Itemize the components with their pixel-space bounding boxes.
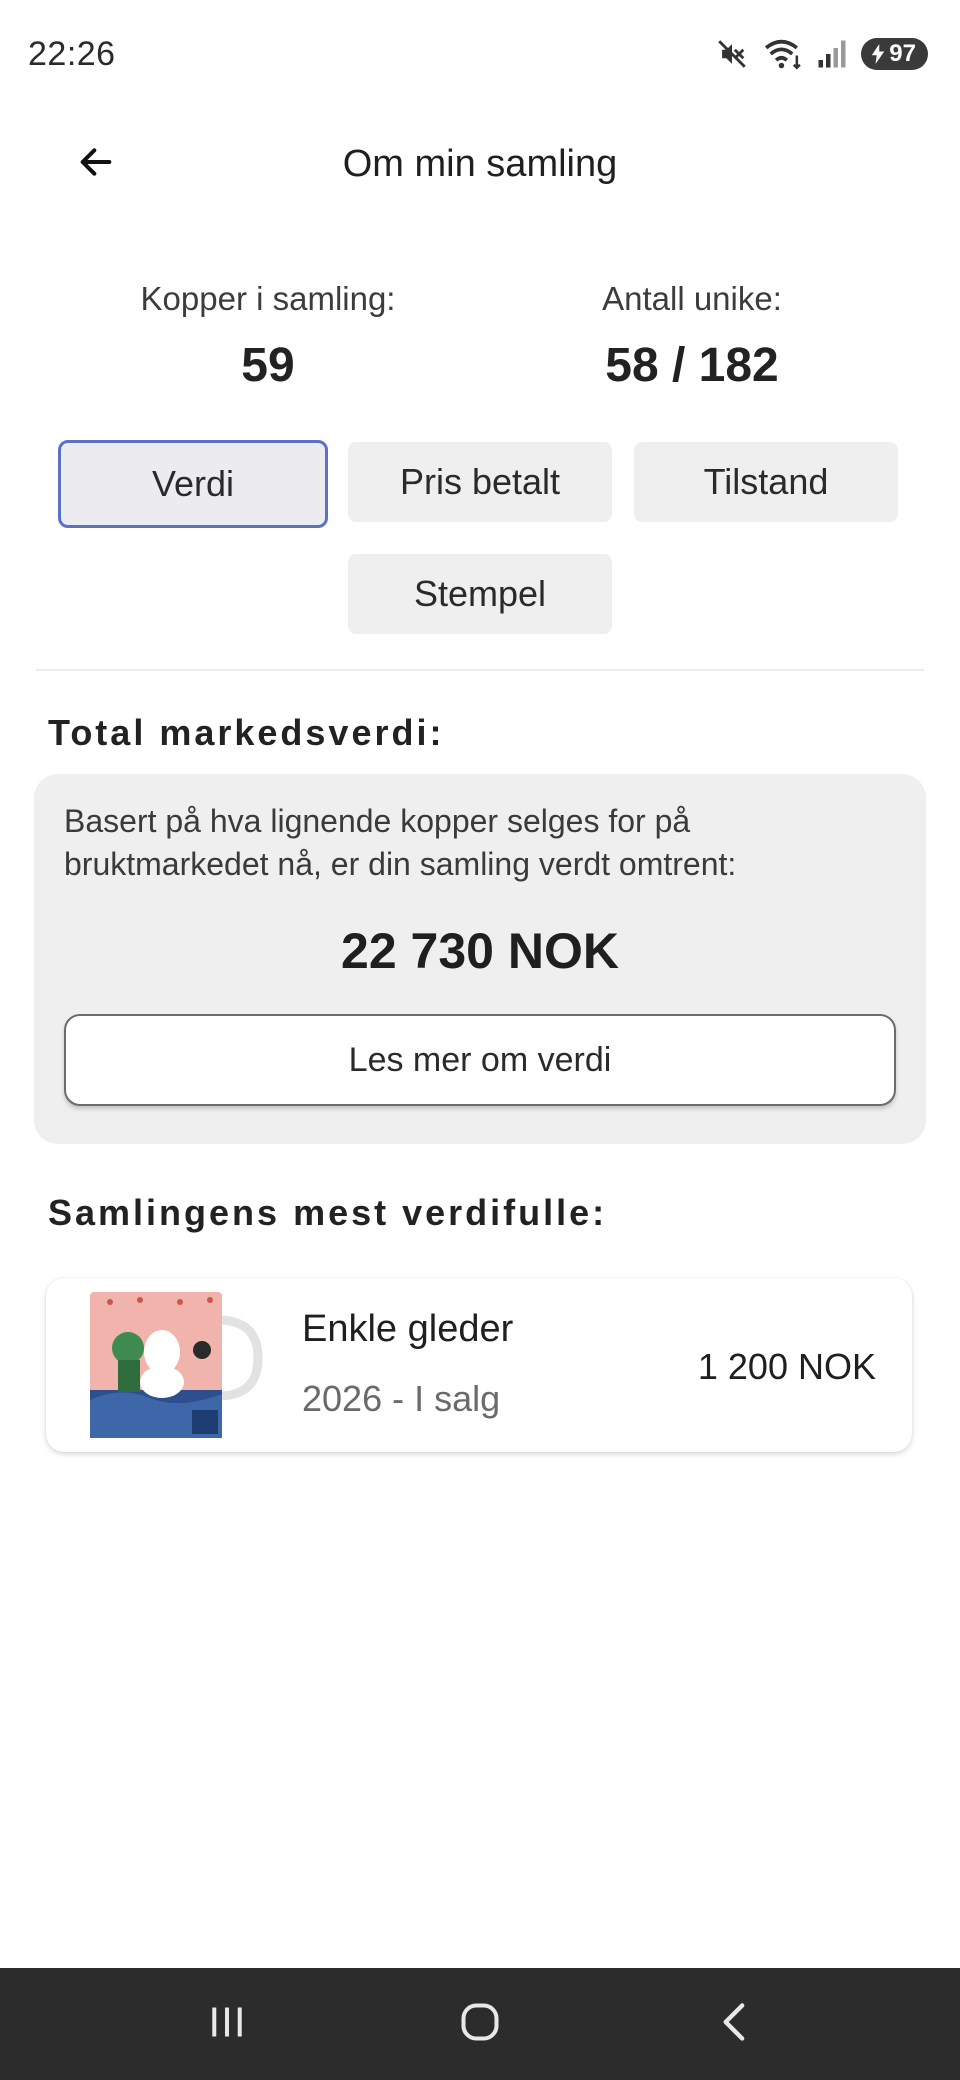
- cups-stat: Kopper i samling: 59: [78, 280, 458, 393]
- page-title: Om min samling: [342, 142, 618, 185]
- tab-stempel[interactable]: Stempel: [348, 554, 612, 634]
- divider: [36, 669, 924, 671]
- value-card: Basert på hva lignende kopper selges for…: [34, 774, 926, 1144]
- chevron-left-icon: [715, 2000, 751, 2049]
- home-button[interactable]: [420, 1984, 540, 2064]
- recents-icon: [205, 2002, 249, 2047]
- battery-charging-icon: [871, 44, 885, 64]
- signal-icon: [817, 39, 847, 69]
- cups-value: 59: [241, 339, 295, 392]
- list-item[interactable]: Enkle gleder 2026 - I salg 1 200 NOK: [46, 1278, 912, 1452]
- battery-indicator: 97: [861, 38, 928, 70]
- back-button[interactable]: [66, 134, 126, 194]
- item-meta: 2026 - I salg: [302, 1378, 501, 1419]
- item-price: 1 200 NOK: [697, 1346, 876, 1387]
- home-icon: [458, 2000, 502, 2049]
- most-valuable-title: Samlingens mest verdifulle:: [48, 1192, 608, 1233]
- mute-icon: [715, 37, 749, 71]
- app-screen: 22:26 97 Om min samling Kopper i samling…: [0, 0, 960, 2080]
- item-name: Enkle gleder: [302, 1308, 514, 1350]
- wifi-icon: [763, 37, 803, 71]
- arrow-left-icon: [74, 142, 118, 187]
- unique-stat: Antall unike: 58 / 182: [502, 280, 882, 393]
- collection-stats: Kopper i samling: 59 Antall unike: 58 / …: [0, 280, 960, 400]
- status-time: 22:26: [28, 34, 116, 73]
- total-value-amount: 22 730 NOK: [341, 923, 619, 979]
- status-icons: 97: [715, 37, 928, 71]
- recents-button[interactable]: [167, 1984, 287, 2064]
- value-description: Basert på hva lignende kopper selges for…: [64, 803, 737, 882]
- system-nav-bar: [0, 1968, 960, 2080]
- tab-pris-betalt[interactable]: Pris betalt: [348, 442, 612, 522]
- total-value-title: Total markedsverdi:: [48, 712, 445, 753]
- status-bar: 22:26 97: [0, 0, 960, 108]
- tab-verdi[interactable]: Verdi: [58, 440, 328, 528]
- tab-tilstand[interactable]: Tilstand: [634, 442, 898, 522]
- nav-back-button[interactable]: [673, 1984, 793, 2064]
- app-header: Om min samling: [0, 108, 960, 220]
- unique-label: Antall unike:: [602, 280, 782, 317]
- mug-image: [80, 1290, 316, 1440]
- read-more-button[interactable]: Les mer om verdi: [64, 1014, 896, 1106]
- battery-level: 97: [889, 40, 916, 67]
- cups-label: Kopper i samling:: [140, 280, 396, 317]
- unique-value: 58 / 182: [605, 339, 779, 392]
